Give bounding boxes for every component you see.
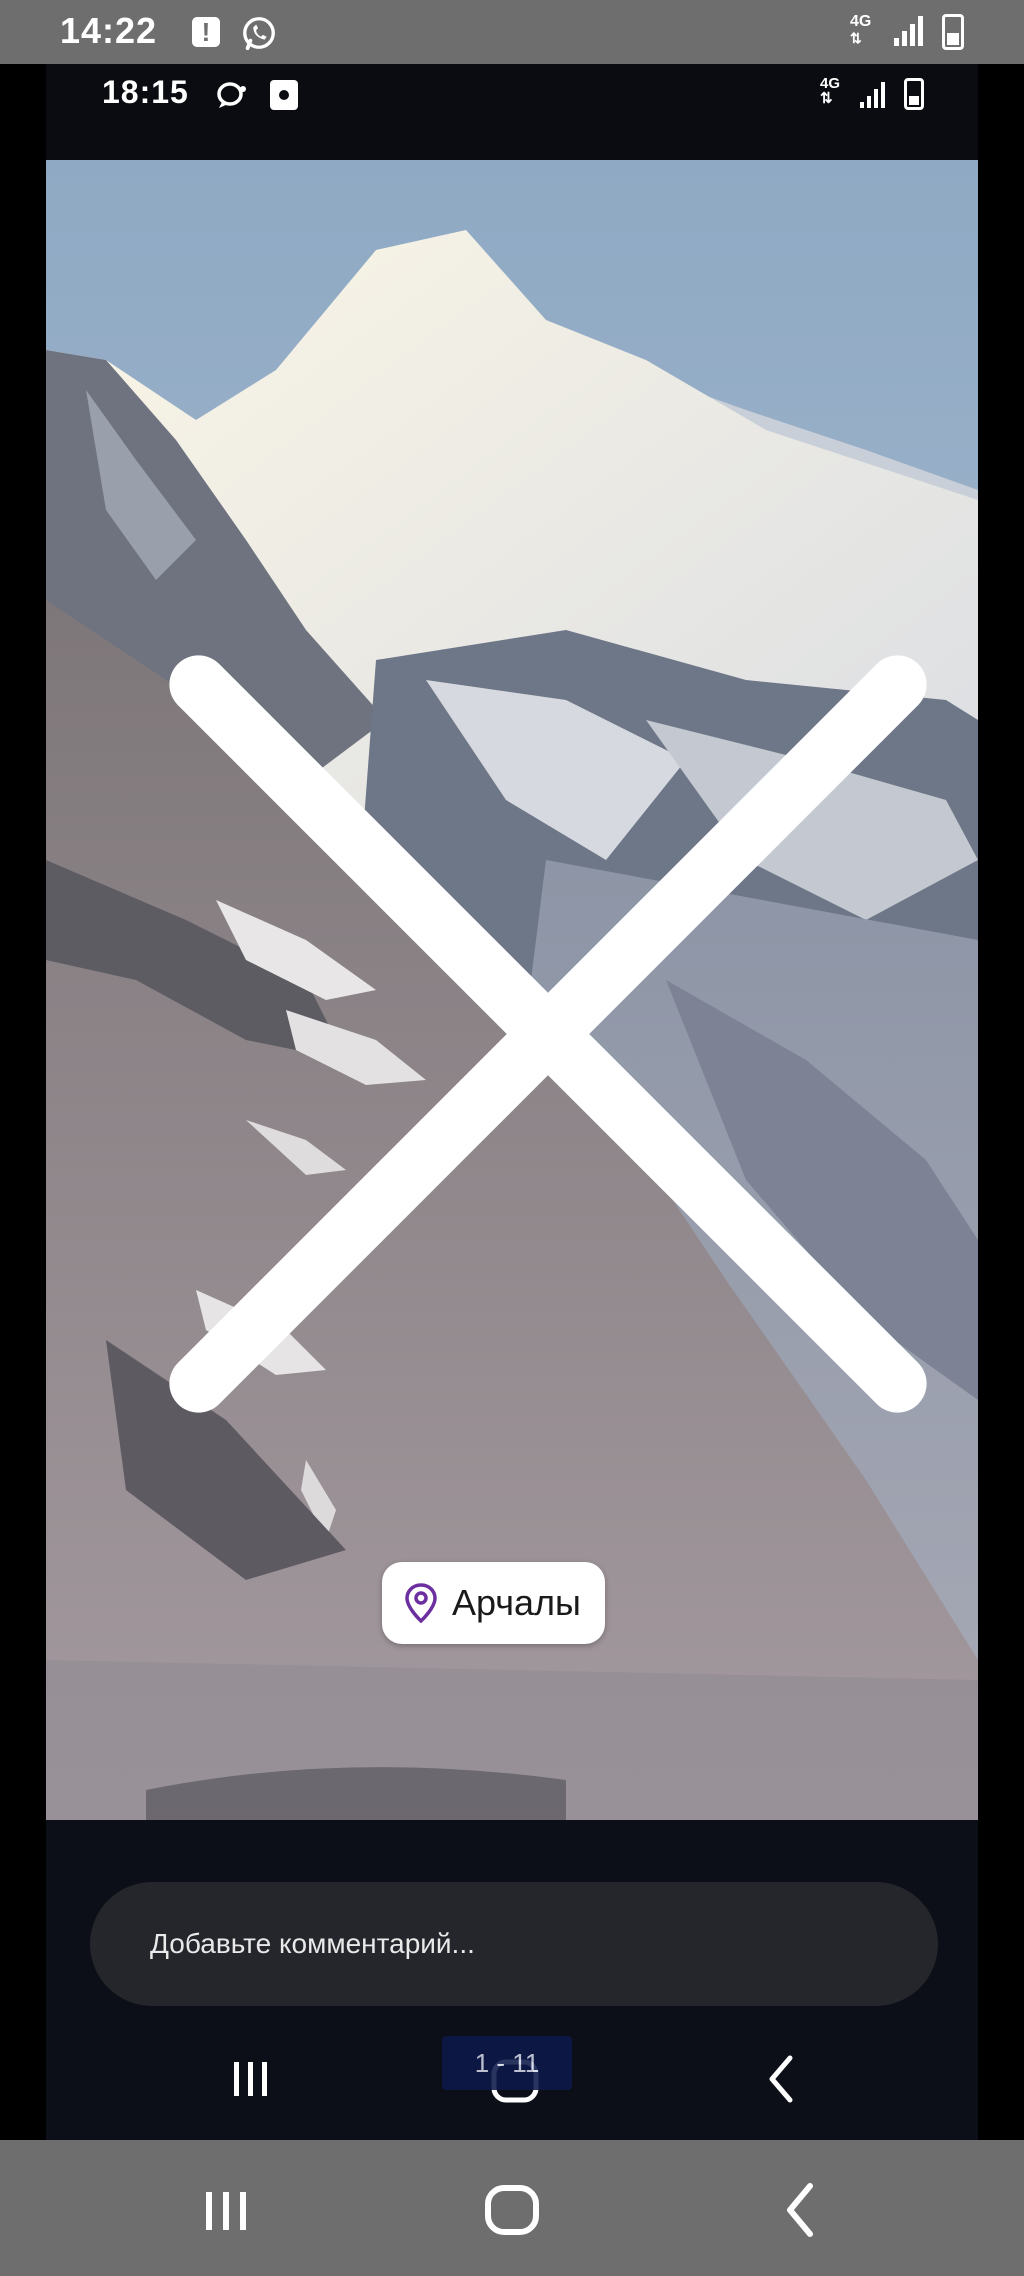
video-position-counter: 1 - 11 [442, 2036, 572, 2090]
outer-status-bar: 14:22 4G⇅ [0, 0, 1024, 64]
outer-clock: 14:22 [60, 10, 158, 51]
alert-icon [192, 17, 220, 47]
story-viewer: 18:15 4G ⇅ Арчалы Добавьте комментарий..… [46, 64, 978, 2140]
signal-icon [894, 16, 923, 46]
chat-icon [217, 82, 246, 108]
map-pin-icon [405, 1583, 437, 1623]
outer-network-type: 4G ⇅ [850, 13, 872, 47]
story-photo: Арчалы [46, 160, 978, 1820]
signal-icon [860, 82, 885, 108]
location-chip[interactable]: Арчалы [382, 1562, 605, 1644]
comment-placeholder: Добавьте комментарий... [150, 1928, 475, 1959]
back-icon[interactable] [746, 2044, 816, 2114]
comment-input[interactable]: Добавьте комментарий... [90, 1882, 938, 2006]
inner-network-type: 4G ⇅ [820, 75, 841, 107]
notification-square-icon [270, 80, 298, 110]
recents-icon[interactable] [186, 2170, 266, 2250]
recorded-screen: 18:15 4G ⇅ Арчалы Добавьте комментарий..… [0, 64, 1024, 2140]
location-label: Арчалы [452, 1582, 581, 1623]
whatsapp-icon [243, 17, 275, 51]
battery-icon [904, 78, 924, 110]
outer-navigation-bar [0, 2140, 1024, 2276]
inner-clock: 18:15 [102, 74, 189, 110]
inner-navigation-bar: 1 - 11 [46, 2024, 978, 2140]
home-icon[interactable] [472, 2170, 552, 2250]
recents-icon[interactable] [216, 2044, 286, 2114]
back-icon[interactable] [760, 2170, 840, 2250]
battery-icon [942, 14, 964, 50]
inner-status-bar: 18:15 4G ⇅ [46, 64, 978, 160]
